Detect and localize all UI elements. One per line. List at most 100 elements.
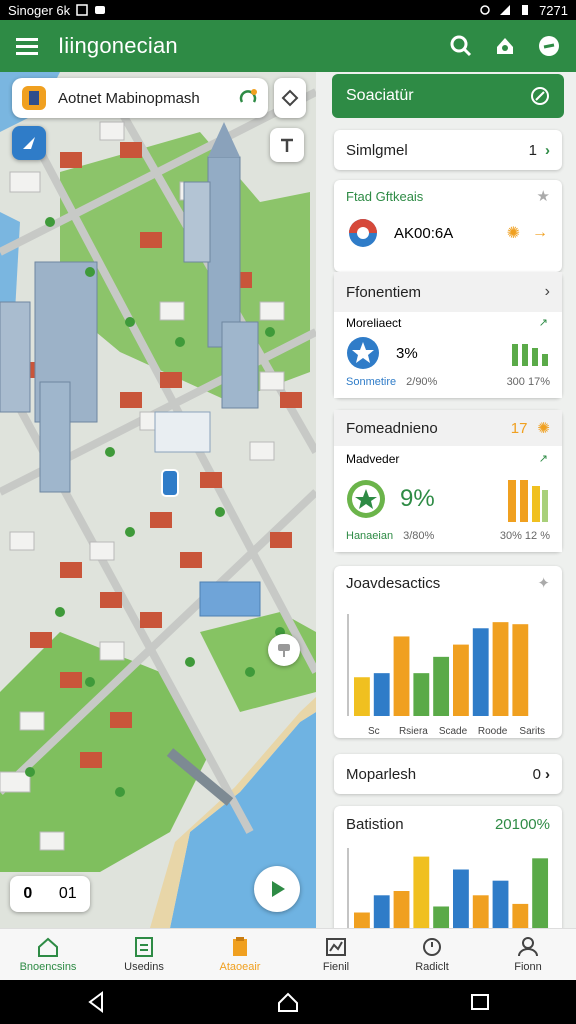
panel-header-title: Soaciatür	[346, 87, 414, 104]
food-card-title: Ftad Gftkeais	[346, 188, 424, 204]
distribution-title: Batistion	[346, 815, 404, 833]
marker-button[interactable]	[268, 634, 300, 666]
clipboard-icon	[233, 936, 247, 956]
component-foot-right: 300 17%	[506, 376, 550, 388]
sun-icon: ✺	[537, 420, 550, 437]
app-title: Iiingonecian	[58, 33, 178, 58]
building-icon	[22, 86, 46, 110]
bar	[413, 673, 430, 716]
nav-label: Fionn	[514, 960, 542, 973]
recents-icon[interactable]	[469, 991, 491, 1013]
distribution-value: 20100%	[494, 815, 550, 833]
back-icon[interactable]	[85, 991, 107, 1013]
component-card-sub: Moreliaect	[346, 316, 402, 330]
bar	[413, 856, 430, 928]
side-panel: Soaciatür Simlgmel 1 › Ftad Gftkeais ★ A…	[316, 72, 576, 928]
analytics-title: Joavdesactics	[346, 574, 441, 592]
moparlesh-value: 0	[532, 765, 541, 783]
search-button[interactable]	[448, 33, 474, 59]
nav-item-person[interactable]: Fionn	[480, 929, 576, 980]
profile-button[interactable]	[536, 33, 562, 59]
zoom-left-value[interactable]: 0	[23, 885, 32, 903]
directions-button[interactable]	[274, 78, 306, 118]
component-foot-mid: 2/90%	[406, 376, 438, 388]
status-time: 7271	[539, 2, 568, 18]
nav-item-chart[interactable]: Fienil	[288, 929, 384, 980]
progress-card[interactable]: Fomeadnieno 17 ✺ Madveder ↗ 9% Hanaeian …	[334, 410, 562, 552]
arrow-right-icon[interactable]: →	[532, 224, 548, 242]
chevron-right-icon: ›	[544, 283, 550, 300]
bar	[472, 628, 489, 716]
bar	[512, 903, 529, 928]
x-tick-label: Roode	[478, 726, 508, 737]
bar	[373, 673, 390, 716]
chart-icon	[326, 937, 346, 956]
status-left-text: Sinoger 6k	[8, 2, 71, 18]
panel-header[interactable]: Soaciatür	[332, 74, 564, 118]
search-icon	[450, 35, 472, 57]
notification-icon	[95, 6, 106, 14]
distribution-card[interactable]: Batistion 20100%	[334, 806, 562, 928]
bar	[373, 895, 390, 928]
bar	[354, 677, 370, 716]
nav-item-home[interactable]: Bnoencsins	[0, 929, 96, 980]
zoom-right-value[interactable]: 01	[59, 885, 77, 903]
analytics-card[interactable]: Joavdesactics ✦ Sc Rsiera Scade Roode Sarits	[334, 566, 562, 738]
play-icon	[272, 881, 285, 897]
list-icon	[135, 936, 153, 957]
map-search-box[interactable]: Aotnet Mabinopmash	[12, 78, 268, 118]
marker-icon	[278, 644, 290, 657]
simplified-count: 1	[528, 141, 537, 159]
layers-button[interactable]	[492, 33, 518, 59]
city-map[interactable]: Aotnet Mabinopmash 0 01	[0, 72, 316, 928]
bar	[453, 644, 469, 716]
moparlesh-label: Moparlesh	[346, 765, 417, 783]
moparlesh-row[interactable]: Moparlesh 0 ›	[334, 754, 562, 794]
x-tick-label: Rsiera	[399, 726, 428, 737]
distribution-bar-chart	[347, 848, 549, 928]
food-card-code: AK00:6A	[394, 224, 454, 242]
system-nav-bar	[0, 980, 576, 1024]
simplified-label: Simlgmel	[346, 141, 408, 159]
simplified-row[interactable]: Simlgmel 1 ›	[334, 130, 562, 170]
home-button-icon[interactable]	[277, 991, 299, 1013]
nav-item-clock[interactable]: Radiclt	[384, 929, 480, 980]
refresh-icon[interactable]	[238, 88, 258, 108]
play-button[interactable]	[254, 866, 300, 912]
nav-label: Radiclt	[415, 960, 449, 973]
chevron-right-icon: ›	[545, 141, 550, 159]
progress-card-sub: Madveder	[346, 452, 400, 466]
menu-button[interactable]	[14, 33, 40, 59]
component-card[interactable]: Ffonentiem › Moreliaect ↗ 3% Sonmetire 2…	[334, 272, 562, 398]
bar	[532, 858, 549, 928]
nav-item-clipboard[interactable]: Ataoeair	[192, 929, 288, 980]
analytics-bar-chart: Sc Rsiera Scade Roode Sarits	[347, 614, 545, 737]
bar	[512, 624, 529, 716]
app-bar: Iiingonecian	[0, 20, 576, 72]
star-badge-icon	[347, 480, 385, 518]
nav-label: Bnoencsins	[19, 960, 77, 973]
compass-button[interactable]	[12, 126, 46, 160]
bar	[393, 891, 410, 928]
bar	[393, 636, 410, 716]
signal-icon	[500, 5, 511, 15]
food-card[interactable]: Ftad Gftkeais ★ AK00:6A ✺ →	[334, 180, 562, 272]
edit-icon[interactable]	[530, 86, 550, 106]
progress-card-header-value: 17	[510, 419, 528, 437]
progress-foot-left: Hanaeian	[346, 530, 394, 542]
map-search-text: Aotnet Mabinopmash	[58, 89, 200, 107]
compass-icon	[23, 137, 35, 149]
bottom-nav: Bnoencsins Usedins Ataoeair Fienil Radic…	[0, 928, 576, 980]
map-illustration	[0, 72, 316, 928]
pin-button[interactable]	[270, 128, 304, 162]
home-icon	[38, 937, 58, 957]
bar	[354, 912, 370, 928]
nav-item-list[interactable]: Usedins	[96, 929, 192, 980]
x-tick-label: Sc	[368, 726, 380, 737]
zoom-control[interactable]: 0 01	[10, 876, 90, 912]
bar	[492, 622, 509, 716]
progress-card-header: Fomeadnieno	[346, 419, 438, 437]
progress-foot-mid: 3/80%	[403, 530, 435, 542]
progress-card-value: 9%	[400, 485, 435, 512]
mini-bar-chart	[512, 344, 548, 366]
